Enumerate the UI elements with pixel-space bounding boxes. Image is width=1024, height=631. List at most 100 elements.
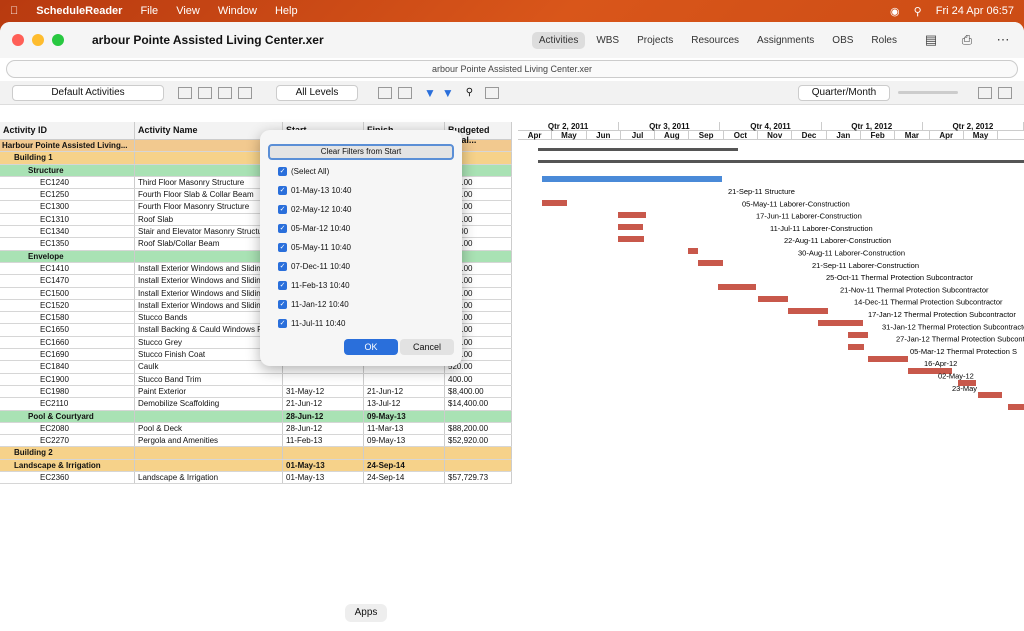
levels-popup[interactable]: All Levels bbox=[276, 84, 358, 101]
gantt-bar[interactable] bbox=[688, 248, 698, 254]
tab-projects[interactable]: Projects bbox=[630, 32, 680, 49]
filter-icon[interactable]: ▼ bbox=[424, 86, 436, 100]
table-icon[interactable] bbox=[178, 86, 192, 99]
cell-cost bbox=[445, 410, 512, 422]
path-bar: arbour Pointe Assisted Living Center.xer bbox=[6, 60, 1018, 78]
wifi-icon[interactable]: ◉ bbox=[890, 5, 900, 18]
gantt-bar[interactable] bbox=[788, 308, 828, 314]
gantt-bar[interactable] bbox=[542, 176, 722, 182]
collapse-icon[interactable] bbox=[238, 86, 252, 99]
table-row[interactable]: EC2110 Demobilize Scaffolding 21-Jun-12 13-… bbox=[0, 398, 512, 411]
cell-id: Structure bbox=[0, 164, 135, 176]
filter-checkbox[interactable]: ✓ 01-May-13 10:40 bbox=[278, 186, 351, 195]
filter-checkbox[interactable]: ✓ 02-May-12 10:40 bbox=[278, 205, 351, 214]
col-activity-id[interactable]: Activity ID bbox=[0, 122, 135, 139]
expand-icon[interactable] bbox=[218, 86, 232, 99]
zoom-slider[interactable] bbox=[898, 91, 958, 94]
minimize-button[interactable] bbox=[32, 34, 44, 46]
filter-checkbox-label: 05-May-11 10:40 bbox=[291, 243, 351, 252]
gantt-bar[interactable] bbox=[618, 224, 643, 230]
filter-checkbox[interactable]: ✓ 11-Feb-13 10:40 bbox=[278, 281, 350, 290]
gantt-bar[interactable] bbox=[848, 344, 864, 350]
checkmark-icon: ✓ bbox=[278, 224, 287, 233]
menu-window[interactable]: Window bbox=[218, 5, 257, 17]
ok-button[interactable]: OK bbox=[344, 339, 398, 355]
month-label: Sep bbox=[689, 131, 724, 140]
tab-activities[interactable]: Activities bbox=[531, 31, 586, 49]
gantt-bar[interactable] bbox=[718, 284, 756, 290]
gantt-bar[interactable] bbox=[538, 160, 1024, 163]
clock[interactable]: Fri 24 Apr 06:57 bbox=[936, 5, 1014, 17]
menu-view[interactable]: View bbox=[176, 5, 200, 17]
search-icon[interactable]: ⚲ bbox=[914, 5, 922, 18]
filter-checkbox[interactable]: ✓ 05-Mar-12 10:40 bbox=[278, 224, 350, 233]
timescale-popup[interactable]: Quarter/Month bbox=[798, 84, 890, 101]
table-row[interactable]: EC1900 Stucco Band Trim 400.00 bbox=[0, 373, 512, 386]
table-row[interactable]: EC1980 Paint Exterior 31-May-12 21-Jun-12 $8… bbox=[0, 385, 512, 399]
gantt-bar[interactable] bbox=[618, 212, 646, 218]
chart-icon[interactable]: ▤ bbox=[922, 32, 940, 48]
gantt-bar[interactable] bbox=[978, 392, 1002, 398]
table-row[interactable]: Pool & Courtyard 28-Jun-12 09-May-13 bbox=[0, 410, 512, 423]
cell-id: EC1650 bbox=[0, 324, 135, 336]
tab-resources[interactable]: Resources bbox=[684, 32, 746, 49]
gantt-bar[interactable] bbox=[848, 332, 868, 338]
cell-name: Landscape & Irrigation bbox=[135, 472, 283, 484]
close-button[interactable] bbox=[12, 34, 24, 46]
filter-checkbox[interactable]: ✓ 11-Jul-11 10:40 bbox=[278, 319, 345, 328]
search-icon[interactable]: ⚲ bbox=[466, 87, 473, 98]
apple-icon[interactable]:  bbox=[10, 5, 18, 17]
cell-id: Landscape & Irrigation bbox=[0, 459, 135, 472]
cancel-button[interactable]: Cancel bbox=[400, 339, 454, 355]
gantt-bar[interactable] bbox=[538, 148, 738, 151]
filter-checkbox[interactable]: ✓ 07-Dec-11 10:40 bbox=[278, 262, 350, 271]
apps-button[interactable]: Apps bbox=[345, 604, 387, 622]
cell-cost: $8,400.00 bbox=[445, 385, 512, 398]
month-label: Jan bbox=[827, 131, 861, 140]
menu-help[interactable]: Help bbox=[275, 5, 298, 17]
table-row[interactable]: EC2080 Pool & Deck 28-Jun-12 11-Mar-13 $88,2… bbox=[0, 422, 512, 436]
report-icon[interactable] bbox=[398, 86, 412, 99]
filter-checkbox[interactable]: ✓ 05-May-11 10:40 bbox=[278, 243, 351, 252]
table-row[interactable]: Landscape & Irrigation 01-May-13 24-Sep-14 bbox=[0, 459, 512, 473]
app-menu[interactable]: ScheduleReader bbox=[36, 5, 122, 17]
gantt-bar[interactable] bbox=[618, 236, 644, 242]
gantt-bar[interactable] bbox=[1008, 404, 1024, 410]
tab-wbs[interactable]: WBS bbox=[589, 32, 626, 49]
cell-name: Pool & Deck bbox=[135, 422, 283, 435]
cell-id: EC1250 bbox=[0, 189, 135, 201]
filter-active-icon[interactable]: ▼ bbox=[442, 86, 454, 100]
title-bar: arbour Pointe Assisted Living Center.xer… bbox=[0, 22, 1024, 58]
tab-roles[interactable]: Roles bbox=[864, 32, 904, 49]
clear-filters-button[interactable]: Clear Filters from Start bbox=[268, 144, 454, 160]
grid-icon[interactable] bbox=[485, 86, 500, 99]
layout-popup[interactable]: Default Activities bbox=[12, 84, 164, 101]
tab-obs[interactable]: OBS bbox=[825, 32, 860, 49]
print-icon[interactable]: ⎙ bbox=[958, 32, 976, 48]
view-tabs: Activities WBS Projects Resources Assign… bbox=[531, 31, 1012, 49]
cell-cost: $14,400.00 bbox=[445, 398, 512, 410]
gantt-bar[interactable] bbox=[818, 320, 863, 326]
quarter-label: Qtr 4, 2011 bbox=[720, 122, 822, 131]
table-row[interactable]: Building 2 bbox=[0, 447, 512, 460]
filter-checkbox[interactable]: ✓ (Select All) bbox=[278, 167, 329, 176]
gantt-bar[interactable] bbox=[542, 200, 567, 206]
table-row[interactable]: EC2360 Landscape & Irrigation 01-May-13 24-… bbox=[0, 472, 512, 485]
filter-checkbox[interactable]: ✓ 11-Jan-12 10:40 bbox=[278, 300, 349, 309]
gantt-bar[interactable] bbox=[758, 296, 788, 302]
split-icon[interactable] bbox=[978, 86, 992, 99]
gantt-bar[interactable] bbox=[698, 260, 723, 266]
indent-icon[interactable] bbox=[378, 86, 392, 99]
cell-id: Harbour Pointe Assisted Living... bbox=[0, 140, 135, 152]
panel-icon[interactable] bbox=[998, 86, 1012, 99]
zoom-button[interactable] bbox=[52, 34, 64, 46]
gantt-bar[interactable] bbox=[868, 356, 908, 362]
gantt-months: Apr May Jun Jul Aug Sep Oct Nov Dec Jan Feb Mar Apr M… bbox=[518, 131, 1024, 140]
table-row[interactable]: EC2270 Pergola and Amenities 11-Feb-13 09-M… bbox=[0, 435, 512, 448]
menu-file[interactable]: File bbox=[140, 5, 158, 17]
columns-icon[interactable] bbox=[198, 86, 212, 99]
tab-assignments[interactable]: Assignments bbox=[750, 32, 821, 49]
month-label: Nov bbox=[758, 131, 793, 140]
more-icon[interactable]: ⋯ bbox=[994, 32, 1012, 48]
gantt-label: 21-Sep-11 Structure bbox=[728, 187, 795, 196]
